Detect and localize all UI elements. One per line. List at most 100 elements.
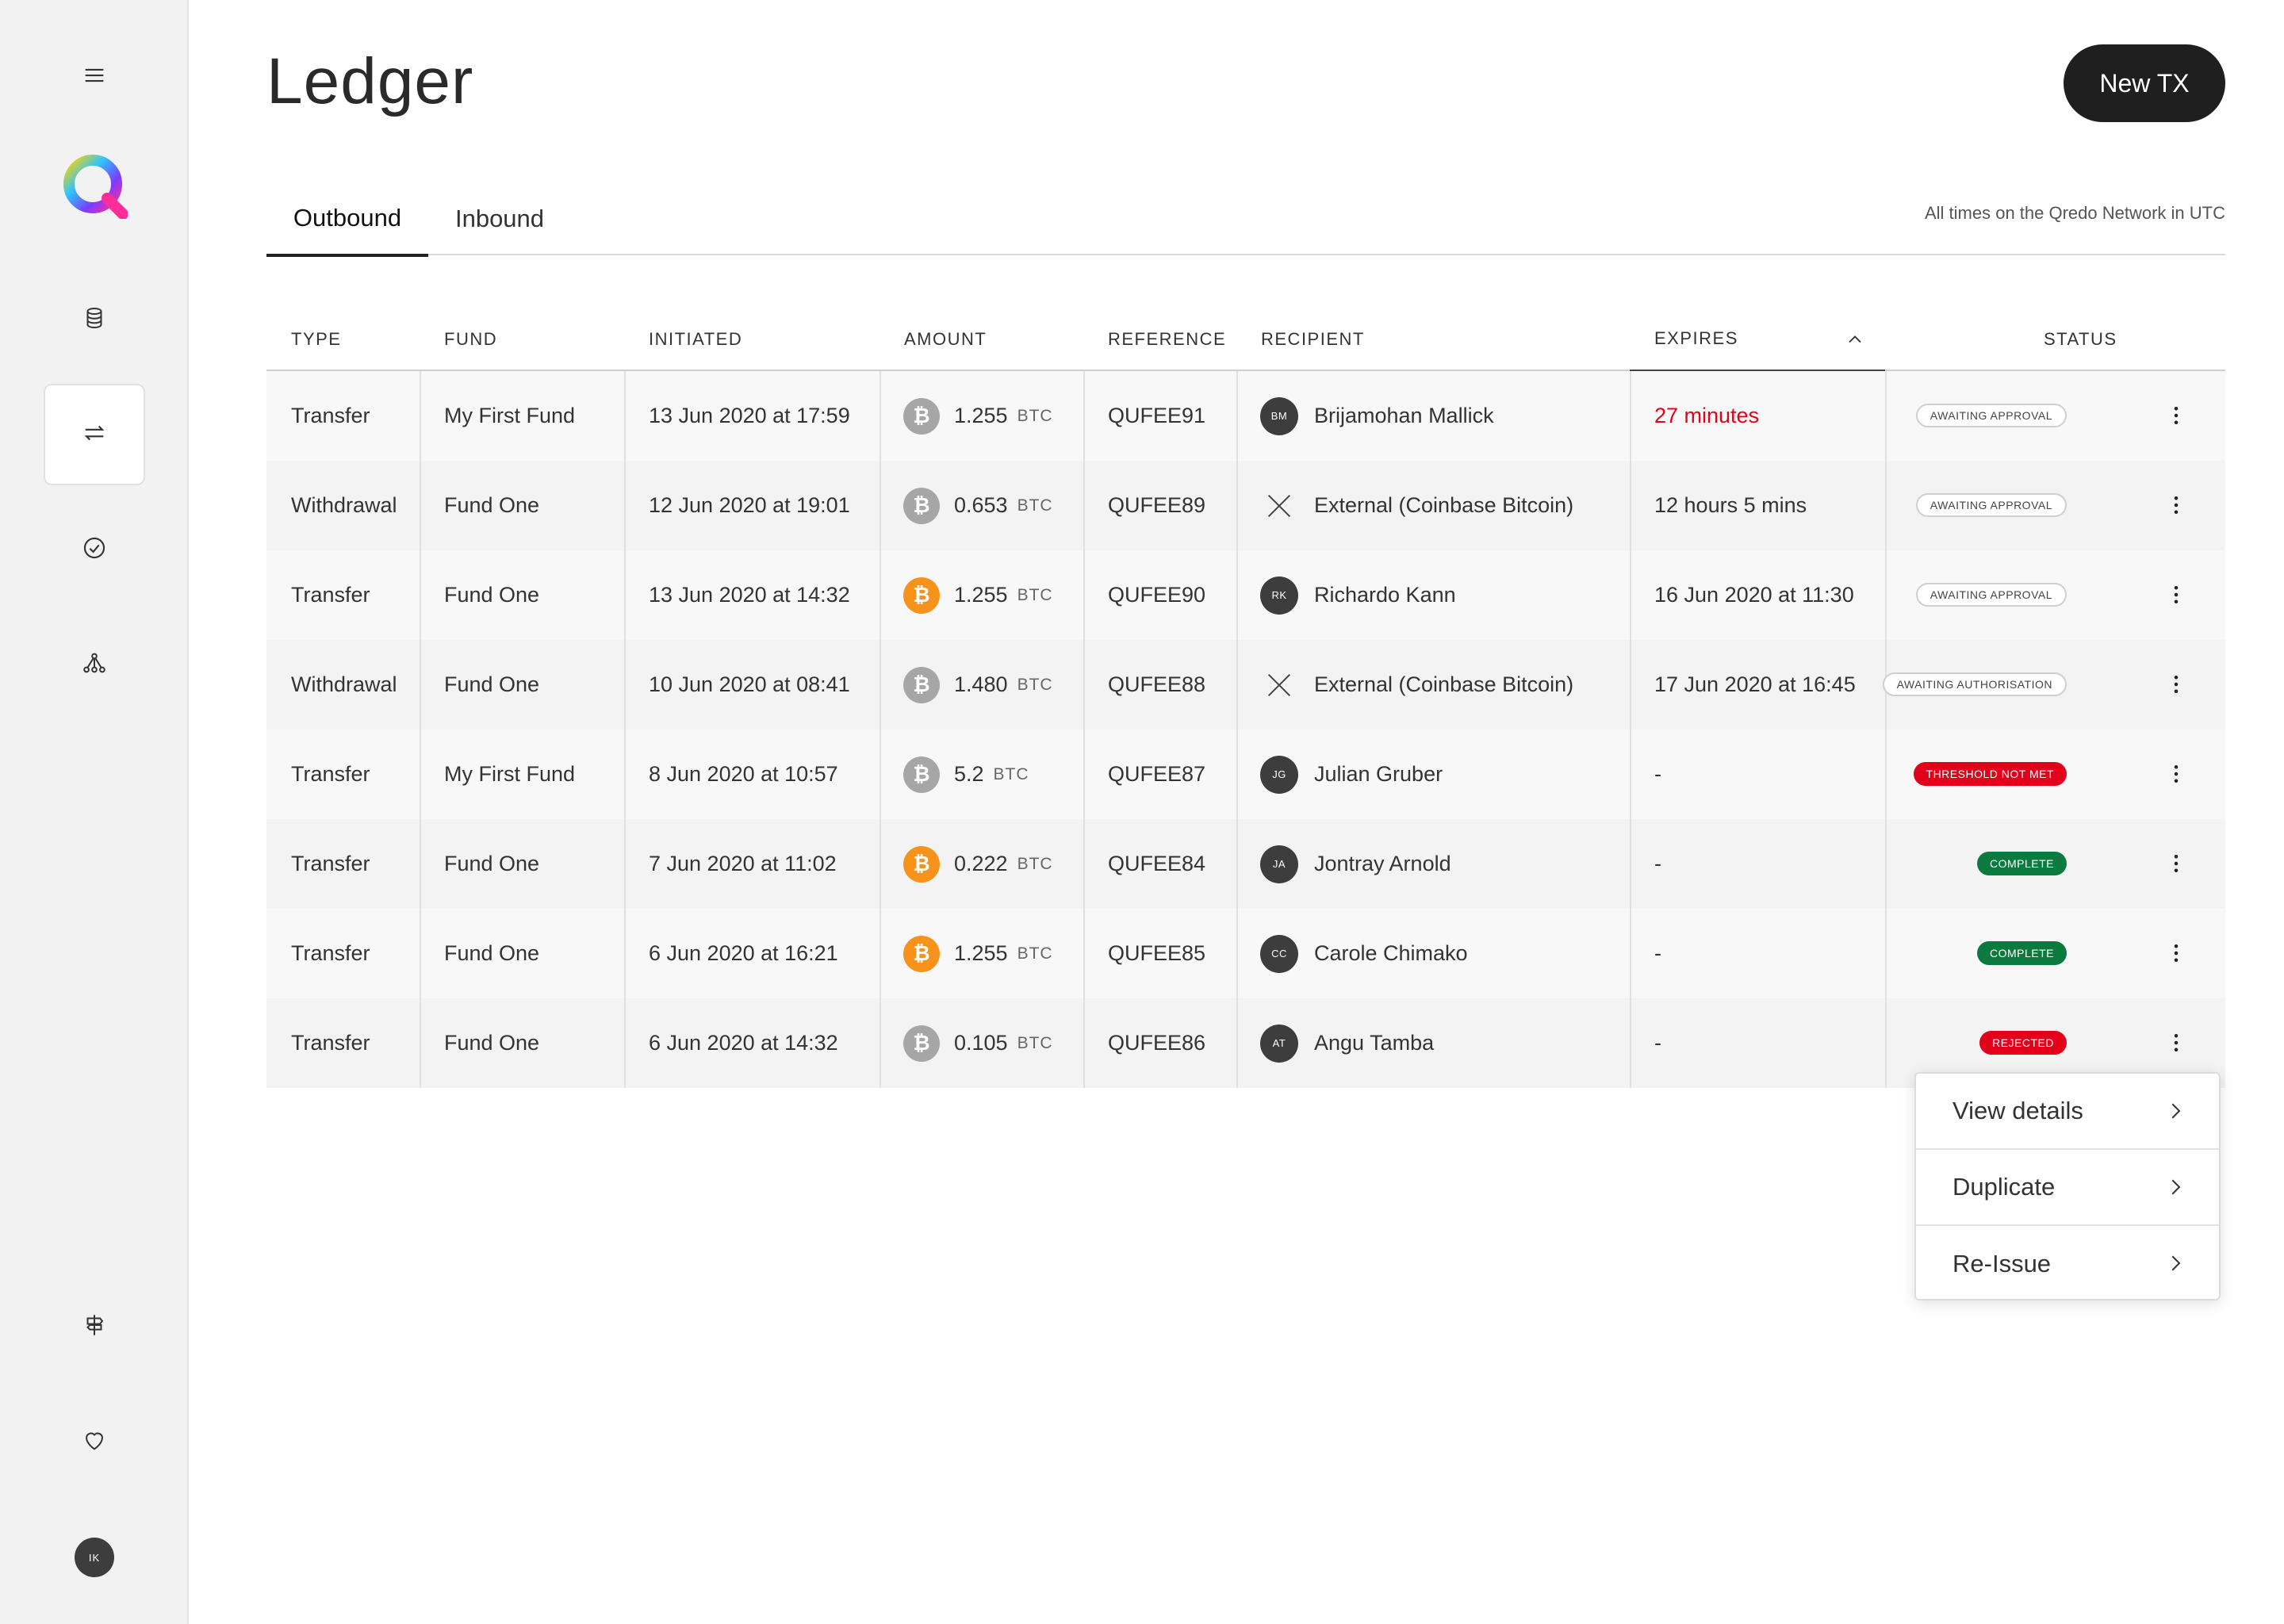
cell-recipient: External (Coinbase Bitcoin) [1260, 461, 1573, 550]
kebab-menu-icon [2174, 586, 2179, 603]
new-tx-button[interactable]: New TX [2064, 44, 2225, 122]
recipient-avatar: CC [1260, 934, 1298, 973]
cell-amount: ₿ 1.255 BTC [903, 909, 1053, 998]
column-divider [624, 371, 626, 461]
user-avatar[interactable]: IK [75, 1538, 114, 1577]
bitcoin-icon: ₿ [903, 935, 940, 972]
cell-expires: 27 minutes [1654, 404, 1760, 427]
cell-expires: - [1654, 762, 1661, 786]
column-divider [879, 909, 881, 998]
menu-item-reissue[interactable]: Re-Issue [1916, 1226, 2219, 1302]
cell-type: Withdrawal [291, 493, 397, 517]
status-badge: COMPLETE [1976, 941, 2067, 965]
menu-item-view-details[interactable]: View details [1916, 1074, 2219, 1150]
cell-fund: My First Fund [444, 762, 576, 786]
status-badge: COMPLETE [1976, 852, 2067, 875]
kebab-menu-icon [2174, 855, 2179, 872]
heart-icon [81, 1427, 108, 1457]
table-row[interactable]: Transfer My First Fund 13 Jun 2020 at 17:5… [266, 371, 2225, 461]
cell-expires: - [1654, 1031, 1661, 1055]
column-divider [1630, 819, 1631, 909]
recipient-avatar: RK [1260, 576, 1298, 615]
column-header-fund[interactable]: FUND [444, 308, 497, 371]
table-row[interactable]: Transfer Fund One 6 Jun 2020 at 16:21 ₿ 1.25… [266, 909, 2225, 998]
column-divider [420, 640, 421, 730]
cell-fund: My First Fund [444, 404, 576, 427]
cell-initiated: 12 Jun 2020 at 19:01 [649, 493, 850, 517]
column-header-expires[interactable]: EXPIRES [1630, 308, 1885, 373]
amount-value: 0.653 [954, 493, 1008, 517]
row-actions-button[interactable] [2162, 760, 2190, 788]
column-divider [1236, 730, 1238, 819]
column-divider [1236, 640, 1238, 730]
recipient-name: Angu Tamba [1314, 1031, 1435, 1055]
sidebar-item-ledger[interactable] [44, 384, 145, 485]
table-row[interactable]: Transfer My First Fund 8 Jun 2020 at 10:57… [266, 730, 2225, 819]
column-header-initiated[interactable]: INITIATED [649, 308, 742, 371]
menu-button[interactable] [44, 26, 145, 128]
row-actions-button[interactable] [2162, 580, 2190, 609]
cell-initiated: 8 Jun 2020 at 10:57 [649, 762, 838, 786]
sidebar-item-network[interactable] [44, 614, 145, 715]
column-header-type[interactable]: TYPE [291, 308, 341, 371]
row-actions-button[interactable] [2162, 401, 2190, 430]
sidebar-item-approvals[interactable] [44, 499, 145, 600]
cell-expires: 17 Jun 2020 at 16:45 [1654, 672, 1856, 696]
amount-unit: BTC [1017, 406, 1053, 425]
table-row[interactable]: Withdrawal Fund One 10 Jun 2020 at 08:41 ₿ 1… [266, 640, 2225, 730]
column-header-amount[interactable]: AMOUNT [904, 308, 987, 371]
external-wallet-icon [1260, 666, 1298, 704]
column-divider [1885, 550, 1887, 640]
amount-unit: BTC [1017, 944, 1053, 963]
amount-value: 1.255 [954, 404, 1008, 427]
row-actions-button[interactable] [2162, 939, 2190, 967]
row-actions-button[interactable] [2162, 491, 2190, 519]
sidebar-item-funds[interactable] [44, 269, 145, 370]
sort-ascending-icon[interactable] [1844, 328, 1866, 350]
sidebar: IK [0, 0, 189, 1624]
table-row[interactable]: Withdrawal Fund One 12 Jun 2020 at 19:01 ₿ 0… [266, 461, 2225, 550]
cell-initiated: 13 Jun 2020 at 17:59 [649, 404, 850, 427]
cell-amount: ₿ 1.255 BTC [903, 371, 1053, 461]
qredo-logo[interactable] [61, 152, 128, 219]
status-badge: THRESHOLD NOT MET [1913, 762, 2067, 786]
cell-amount: ₿ 0.222 BTC [903, 819, 1053, 909]
row-actions-button[interactable] [2162, 1028, 2190, 1057]
bitcoin-icon: ₿ [903, 397, 940, 435]
tab-outbound[interactable]: Outbound [266, 182, 428, 257]
column-divider [1630, 371, 1631, 461]
cell-fund: Fund One [444, 493, 540, 517]
sidebar-item-guide[interactable] [44, 1276, 145, 1377]
column-header-recipient[interactable]: RECIPIENT [1261, 308, 1365, 371]
cell-amount: ₿ 1.255 BTC [903, 550, 1053, 640]
column-divider [420, 371, 421, 461]
table-row[interactable]: Transfer Fund One 7 Jun 2020 at 11:02 ₿ 0.22… [266, 819, 2225, 909]
cell-type: Transfer [291, 941, 370, 965]
recipient-name: Brijamohan Mallick [1314, 404, 1494, 427]
cell-reference: QUFEE89 [1108, 493, 1206, 517]
sidebar-item-favorites[interactable] [44, 1391, 145, 1492]
kebab-menu-icon [2174, 765, 2179, 783]
column-divider [1885, 730, 1887, 819]
database-icon [81, 304, 108, 335]
column-header-reference[interactable]: REFERENCE [1108, 308, 1226, 371]
table-row[interactable]: Transfer Fund One 13 Jun 2020 at 14:32 ₿ 1.2… [266, 550, 2225, 640]
row-actions-button[interactable] [2162, 670, 2190, 699]
column-divider [879, 640, 881, 730]
column-divider [879, 461, 881, 550]
column-header-status[interactable]: STATUS [2044, 308, 2117, 371]
column-divider [624, 819, 626, 909]
menu-item-duplicate[interactable]: Duplicate [1916, 1150, 2219, 1226]
amount-value: 1.255 [954, 583, 1008, 607]
cell-reference: QUFEE87 [1108, 762, 1206, 786]
column-divider [420, 730, 421, 819]
cell-reference: QUFEE91 [1108, 404, 1206, 427]
amount-unit: BTC [993, 764, 1029, 783]
recipient-avatar: AT [1260, 1024, 1298, 1063]
row-actions-button[interactable] [2162, 849, 2190, 878]
kebab-menu-icon [2174, 1034, 2179, 1051]
column-divider [1885, 998, 1887, 1088]
tab-inbound[interactable]: Inbound [428, 182, 571, 255]
cell-type: Withdrawal [291, 672, 397, 696]
kebab-menu-icon [2174, 496, 2179, 514]
